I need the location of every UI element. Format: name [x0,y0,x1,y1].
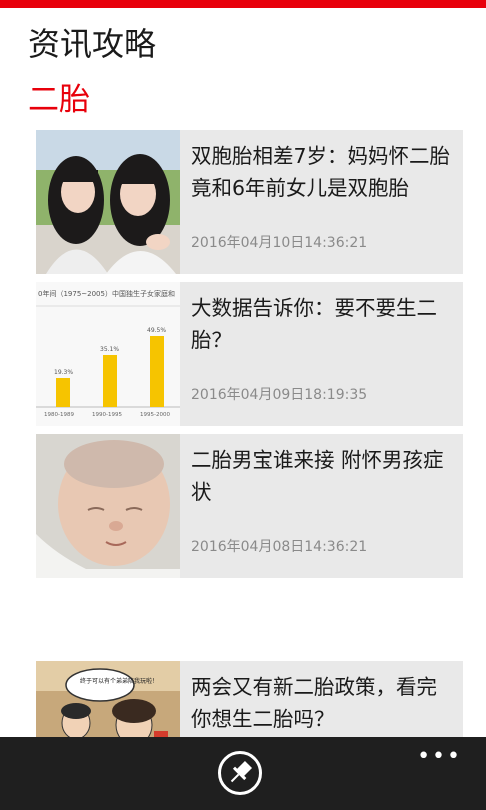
sleeping-baby-image [36,434,180,578]
article-date: 2016年04月09日18:19:35 [191,387,368,403]
speech-bubble-text: 终于可以有个弟弟陪我玩啦！ [80,677,158,685]
thumb-axis-label: 1995-2000 [140,412,170,418]
thumb-bar-label: 49.5% [147,327,166,334]
article-thumbnail [36,434,180,578]
app-bar: ••• [0,737,486,810]
article-title: 双胞胎相差7岁：妈妈怀二胎竟和6年前女儿是双胞胎 [191,144,451,200]
more-options-button[interactable]: ••• [417,746,462,768]
article-date: 2016年04月10日14:36:21 [191,235,368,251]
article-card[interactable]: 0年间（1975~2005）中国独生子女家庭和 19.3% 35.1% 49.5… [36,282,463,426]
article-thumbnail [36,130,180,274]
thumb-bar-label: 35.1% [100,346,119,353]
twin-girls-image [36,130,180,274]
thumb-axis-label: 1990-1995 [92,412,122,418]
article-title: 二胎男宝谁来接 附怀男孩症状 [191,448,444,504]
article-card[interactable]: 双胞胎相差7岁：妈妈怀二胎竟和6年前女儿是双胞胎 2016年04月10日14:3… [36,130,463,274]
article-thumbnail: 0年间（1975~2005）中国独生子女家庭和 19.3% 35.1% 49.5… [36,282,180,426]
thumb-bar-label: 19.3% [54,369,73,376]
pin-button[interactable] [218,751,262,795]
pin-icon [230,760,253,783]
article-title: 大数据告诉你：要不要生二胎？ [191,296,437,352]
bar-chart-thumbnail: 0年间（1975~2005）中国独生子女家庭和 19.3% 35.1% 49.5… [36,282,180,426]
app-title: 资讯攻略 [28,25,157,63]
article-title: 两会又有新二胎政策，看完你想生二胎吗？ [191,675,437,731]
article-card[interactable]: 二胎男宝谁来接 附怀男孩症状 2016年04月08日14:36:21 [36,434,463,578]
thumb-chart-heading: 0年间（1975~2005）中国独生子女家庭和 [38,289,175,298]
thumb-axis-label: 1980-1989 [44,412,74,418]
section-title: 二胎 [28,82,90,118]
accent-top-bar [0,0,486,8]
article-date: 2016年04月08日14:36:21 [191,539,368,555]
